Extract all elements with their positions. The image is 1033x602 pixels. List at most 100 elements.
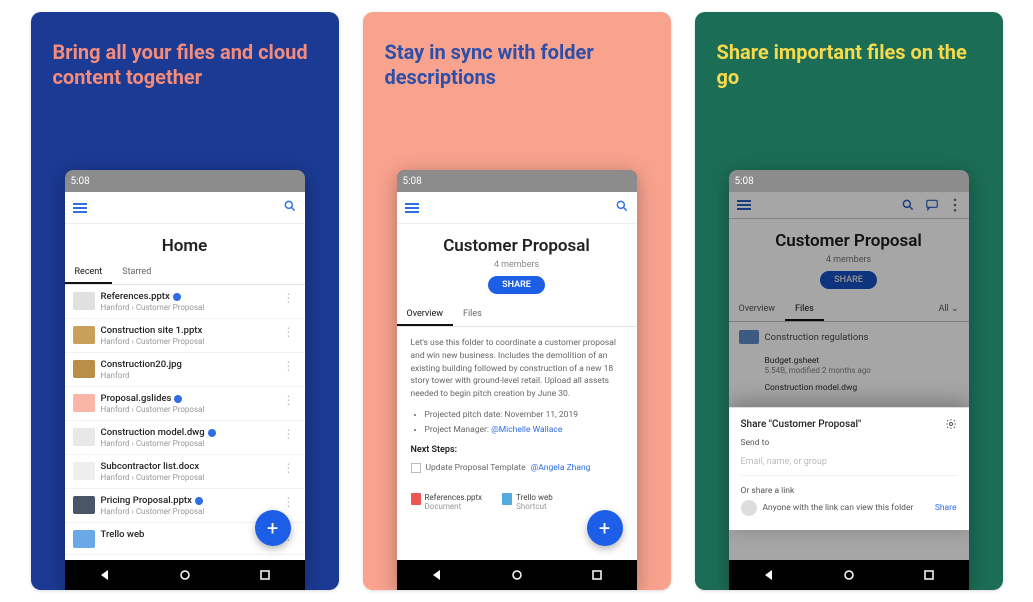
recipient-input[interactable]: Email, name, or group (741, 452, 957, 476)
search-icon[interactable] (615, 198, 629, 217)
file-thumb (73, 462, 95, 480)
file-thumb (73, 292, 95, 310)
send-to-label: Send to (741, 438, 957, 448)
headline: Stay in sync with folder descriptions (385, 40, 649, 90)
file-thumb (73, 326, 95, 344)
tab-overview[interactable]: Overview (397, 302, 453, 326)
tab-recent[interactable]: Recent (65, 260, 113, 284)
share-button[interactable]: SHARE (488, 276, 545, 294)
app-screen-share: Customer Proposal 4 members SHARE Overvi… (729, 192, 969, 560)
tab-files[interactable]: Files (453, 302, 492, 326)
more-icon[interactable]: ⋮ (281, 291, 297, 305)
file-path: Hanford › Customer Proposal (101, 303, 275, 312)
file-row[interactable]: Construction site 1.pptx Hanford › Custo… (65, 319, 305, 353)
file-name: Subcontractor list.docx (101, 461, 275, 472)
task-row[interactable]: Update Proposal Template @Angela Zhang (411, 462, 623, 475)
status-bar: 5:08 (729, 170, 969, 192)
tabs: Overview Files (397, 302, 637, 327)
file-thumb (73, 530, 95, 548)
sync-badge-icon (173, 293, 181, 301)
more-icon[interactable]: ⋮ (281, 325, 297, 339)
file-path: Hanford › Customer Proposal (101, 337, 275, 346)
nav-home-icon[interactable] (844, 570, 854, 580)
more-icon[interactable]: ⋮ (281, 461, 297, 475)
headline: Bring all your files and cloud content t… (53, 40, 317, 90)
more-icon[interactable]: ⋮ (281, 393, 297, 407)
file-name: Pricing Proposal.pptx (101, 495, 275, 506)
tab-starred[interactable]: Starred (112, 260, 161, 284)
nav-recent-icon[interactable] (260, 570, 270, 580)
file-icon (502, 493, 512, 505)
app-header (65, 192, 305, 224)
file-icon (411, 493, 421, 505)
nav-home-icon[interactable] (512, 570, 522, 580)
file-name: Construction20.jpg (101, 359, 275, 370)
share-link[interactable]: Share (935, 503, 957, 513)
file-thumb (73, 428, 95, 446)
nav-home-icon[interactable] (180, 570, 190, 580)
promo-card-3: Share important files on the go 5:08 Cus… (695, 12, 1003, 590)
folder-title: Customer Proposal (397, 224, 637, 260)
search-icon[interactable] (283, 198, 297, 217)
phone-frame: 5:08 Customer Proposal 4 members SHARE O… (397, 170, 637, 590)
menu-icon[interactable] (73, 203, 87, 213)
nav-recent-icon[interactable] (592, 570, 602, 580)
next-steps-header: Next Steps: (411, 444, 623, 458)
fab-add[interactable]: + (587, 510, 623, 546)
nav-back-icon[interactable] (764, 570, 774, 580)
file-thumb (73, 360, 95, 378)
more-icon[interactable]: ⋮ (281, 427, 297, 441)
app-screen-home: Home Recent Starred References.pptx Hanf… (65, 192, 305, 560)
nav-back-icon[interactable] (100, 570, 110, 580)
nav-recent-icon[interactable] (924, 570, 934, 580)
file-name: Construction site 1.pptx (101, 325, 275, 336)
gear-icon[interactable] (945, 418, 957, 430)
page-title: Home (65, 224, 305, 260)
nav-back-icon[interactable] (432, 570, 442, 580)
mention-link[interactable]: @Michelle Wallace (491, 425, 562, 435)
phone-frame: 5:08 Customer Proposal 4 members SHARE O… (729, 170, 969, 590)
screenshot-carousel: Bring all your files and cloud content t… (19, 0, 1015, 602)
sheet-title: Share "Customer Proposal" (741, 419, 862, 430)
app-header (397, 192, 637, 224)
attached-file[interactable]: References.pptxDocument (411, 493, 483, 511)
status-bar: 5:08 (397, 170, 637, 192)
globe-icon (741, 500, 757, 516)
file-path: Hanford (101, 371, 275, 380)
share-sheet: Share "Customer Proposal" Send to Email,… (729, 407, 969, 530)
sync-badge-icon (208, 429, 216, 437)
file-path: Hanford › Customer Proposal (101, 405, 275, 414)
file-thumb (73, 496, 95, 514)
file-name: Construction model.dwg (101, 427, 275, 438)
headline: Share important files on the go (717, 40, 981, 90)
phone-frame: 5:08 Home Recent Starred References.pptx… (65, 170, 305, 590)
file-row[interactable]: References.pptx Hanford › Customer Propo… (65, 285, 305, 319)
android-nav (65, 560, 305, 590)
description-text: Let's use this folder to coordinate a cu… (411, 337, 623, 401)
attached-file[interactable]: Trello webShortcut (502, 493, 553, 511)
file-row[interactable]: Proposal.gslides Hanford › Customer Prop… (65, 387, 305, 421)
link-permission-row[interactable]: Anyone with the link can view this folde… (741, 500, 957, 516)
file-thumb (73, 394, 95, 412)
file-row[interactable]: Subcontractor list.docx Hanford › Custom… (65, 455, 305, 489)
folder-description: Let's use this folder to coordinate a cu… (397, 327, 637, 485)
or-label: Or share a link (741, 486, 957, 496)
member-count: 4 members (397, 260, 637, 270)
tabs: Recent Starred (65, 260, 305, 285)
sync-badge-icon (195, 497, 203, 505)
android-nav (729, 560, 969, 590)
menu-icon[interactable] (405, 203, 419, 213)
promo-card-2: Stay in sync with folder descriptions 5:… (363, 12, 671, 590)
file-path: Hanford › Customer Proposal (101, 473, 275, 482)
fab-add[interactable]: + (255, 510, 291, 546)
bullet-list: Projected pitch date: November 11, 2019 … (425, 409, 623, 437)
checkbox-icon[interactable] (411, 463, 421, 473)
mention-link[interactable]: @Angela Zhang (531, 462, 591, 475)
file-path: Hanford › Customer Proposal (101, 439, 275, 448)
file-row[interactable]: Construction model.dwg Hanford › Custome… (65, 421, 305, 455)
file-row[interactable]: Construction20.jpg Hanford ⋮ (65, 353, 305, 387)
promo-card-1: Bring all your files and cloud content t… (31, 12, 339, 590)
more-icon[interactable]: ⋮ (281, 495, 297, 509)
android-nav (397, 560, 637, 590)
more-icon[interactable]: ⋮ (281, 359, 297, 373)
